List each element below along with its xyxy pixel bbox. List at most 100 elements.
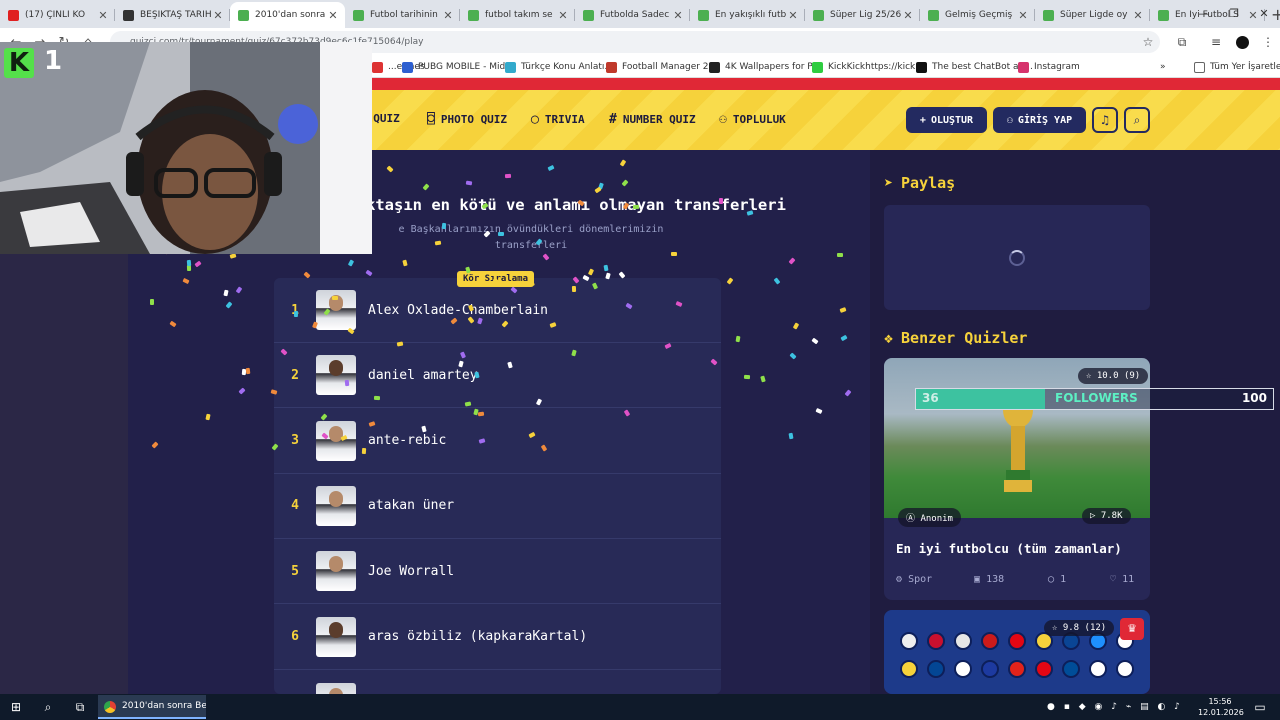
browser-tab[interactable]: En yakışıklı futb ✕ [690, 2, 805, 28]
bookmark-favicon-icon [505, 61, 516, 73]
quiz-card[interactable]: ☆ 9.8 (12) ♛ [884, 610, 1150, 694]
browser-tab[interactable]: Süper Ligde oy ✕ [1035, 2, 1150, 28]
ranking-row[interactable]: 5 Joe Worrall [274, 539, 721, 605]
confetti-piece [373, 395, 380, 401]
tab-close-icon[interactable]: ✕ [1017, 9, 1029, 22]
confetti-piece [498, 231, 505, 236]
bookmark-favicon-icon [606, 61, 617, 73]
browser-tab[interactable]: (17) ÇİNLİ KO ✕ [0, 2, 115, 28]
profile-avatar[interactable] [1230, 28, 1254, 56]
tab-favicon-icon [583, 9, 594, 21]
search-icon[interactable]: ⌕ [1124, 107, 1150, 133]
all-bookmarks[interactable]: Tüm Yer İşaretleri [1194, 56, 1280, 78]
ranking-row[interactable] [274, 670, 721, 694]
tab-title: Futbol tarihinin [370, 10, 438, 20]
ranking-list: 1Alex Oxlade-Chamberlain 2 daniel amartey 3… [274, 278, 721, 694]
plays-pill: ▷ 7.8K [1082, 508, 1131, 524]
bookmark-item[interactable]: PUBG MOBILE - Mid... [402, 56, 514, 78]
notifications-bell-icon[interactable]: ♫ [1092, 107, 1118, 133]
bookmark-item[interactable]: 4K Wallpapers for P... [709, 56, 820, 78]
bookmark-item[interactable]: The best ChatBot an... [916, 56, 1033, 78]
rating-pill: ☆ 10.0 (9) [1078, 368, 1149, 384]
card-title[interactable]: En iyi futbolcu (tüm zamanlar) [896, 541, 1122, 556]
images-icon: ▣ [974, 574, 981, 585]
tab-title: Futbolda Sadec [600, 10, 670, 20]
items-count: 138 [986, 574, 1005, 585]
heart-icon: ♡ [1110, 574, 1117, 585]
tab-close-icon[interactable]: ✕ [212, 9, 224, 22]
player-photo [316, 485, 356, 526]
system-tray-icons[interactable]: ● ▪ ◆ ◉ ♪ ⌁ ▤ ◐ ♪ [1040, 694, 1190, 720]
taskbar-chrome-app[interactable]: 2010'dan sonra Beşi... [98, 695, 206, 719]
tab-close-icon[interactable]: ✕ [902, 9, 914, 22]
menu-icon[interactable]: ⋮ [1256, 28, 1280, 56]
browser-tab[interactable]: BEŞİKTAŞ TARİHİ ✕ [115, 2, 230, 28]
tab-close-icon[interactable]: ✕ [327, 9, 339, 22]
player-name: Joe Worrall [368, 563, 455, 579]
bookmarks-more-icon[interactable]: » [1160, 56, 1166, 78]
search-taskbar-icon[interactable]: ⌕ [36, 694, 60, 720]
taskbar-clock[interactable]: 15:56 12.01.2026 [1198, 696, 1244, 718]
bookmark-item[interactable]: Instagram [1018, 56, 1080, 78]
media-icon[interactable]: ≡ [1204, 28, 1228, 56]
nav-trivia[interactable]: ◯ TRIVIA [531, 112, 585, 127]
confetti-piece [293, 310, 299, 318]
webcam-overlay: K 1 [0, 42, 372, 254]
rank-number: 5 [291, 563, 299, 579]
card-items: ▣ 138 [974, 574, 1004, 585]
minimize-icon[interactable]: — [1188, 0, 1220, 28]
maximize-icon[interactable]: ❐ [1218, 0, 1250, 28]
ranking-row[interactable]: 1Alex Oxlade-Chamberlain [274, 278, 721, 343]
browser-tab[interactable]: 2010'dan sonra ✕ [230, 2, 345, 28]
windows-start-icon[interactable]: ⊞ [4, 694, 28, 720]
login-button[interactable]: ⚇ GİRİŞ YAP [993, 107, 1086, 133]
task-view-icon[interactable]: ⧉ [68, 694, 92, 720]
bookmark-item[interactable]: Football Manager 2... [606, 56, 717, 78]
bookmark-favicon-icon [916, 61, 927, 73]
ranking-row[interactable]: 2 daniel amartey [274, 343, 721, 409]
bookmark-item[interactable]: KickKickhttps://kick... [812, 56, 924, 78]
bookmark-label: Football Manager 2... [622, 62, 718, 72]
card-comments: ◯ 1 [1048, 574, 1066, 585]
create-button[interactable]: + OLUŞTUR [906, 107, 987, 133]
similar-title: Benzer Quizler [901, 329, 1028, 347]
browser-tab[interactable]: Futbol tarihinin ✕ [345, 2, 460, 28]
bookmark-star-icon[interactable]: ☆ [1136, 28, 1160, 56]
browser-tab[interactable]: Futbolda Sadec ✕ [575, 2, 690, 28]
ranking-row[interactable]: 6 aras özbiliz (kapkaraKartal) [274, 605, 721, 670]
notifications-icon[interactable]: ▭ [1250, 694, 1270, 720]
tab-title: Süper Ligde oy [1060, 10, 1128, 20]
clock-time: 15:56 [1208, 697, 1232, 706]
nav-number-quiz[interactable]: # NUMBER QUIZ [609, 112, 696, 127]
ranking-row[interactable]: 3 ante-rebic [274, 409, 721, 474]
club-badge-icon [927, 632, 945, 650]
player-name: aras özbiliz (kapkaraKartal) [368, 629, 588, 644]
bookmark-item[interactable]: Türkçe Konu Anlatı... [505, 56, 613, 78]
nav-photo-quiz[interactable]: ⌼ PHOTO QUIZ [427, 112, 507, 127]
nav-community[interactable]: ⚇ TOPLULUK [719, 112, 786, 127]
tab-close-icon[interactable]: ✕ [787, 9, 799, 22]
club-badge-icon [981, 632, 999, 650]
ranking-row[interactable]: 4 atakan üner [274, 474, 721, 539]
followers-label: FOLLOWERS [1055, 391, 1138, 405]
plus-icon: + [919, 114, 926, 126]
bookmark-favicon-icon [1018, 61, 1029, 73]
club-badge-icon [1035, 660, 1053, 678]
tab-close-icon[interactable]: ✕ [1132, 9, 1144, 22]
users-icon: ⚇ [719, 112, 727, 127]
tab-favicon-icon [353, 9, 364, 21]
author-pill: Ⓐ Anonim [898, 508, 961, 527]
tab-close-icon[interactable]: ✕ [97, 9, 109, 22]
close-window-icon[interactable]: ✕ [1248, 0, 1280, 28]
extensions-icon[interactable]: ⧉ [1170, 28, 1194, 56]
club-badge-icon [981, 660, 999, 678]
browser-tab[interactable]: Gelmiş Geçmiş ✕ [920, 2, 1035, 28]
tab-close-icon[interactable]: ✕ [672, 9, 684, 22]
tab-close-icon[interactable]: ✕ [442, 9, 454, 22]
confetti-piece [186, 259, 191, 267]
confetti-piece [477, 411, 484, 417]
browser-tab[interactable]: Süper Lig 25/26 ✕ [805, 2, 920, 28]
tab-close-icon[interactable]: ✕ [557, 9, 569, 22]
browser-tab[interactable]: futbol takım se ✕ [460, 2, 575, 28]
crown-icon: ♛ [1120, 618, 1144, 640]
